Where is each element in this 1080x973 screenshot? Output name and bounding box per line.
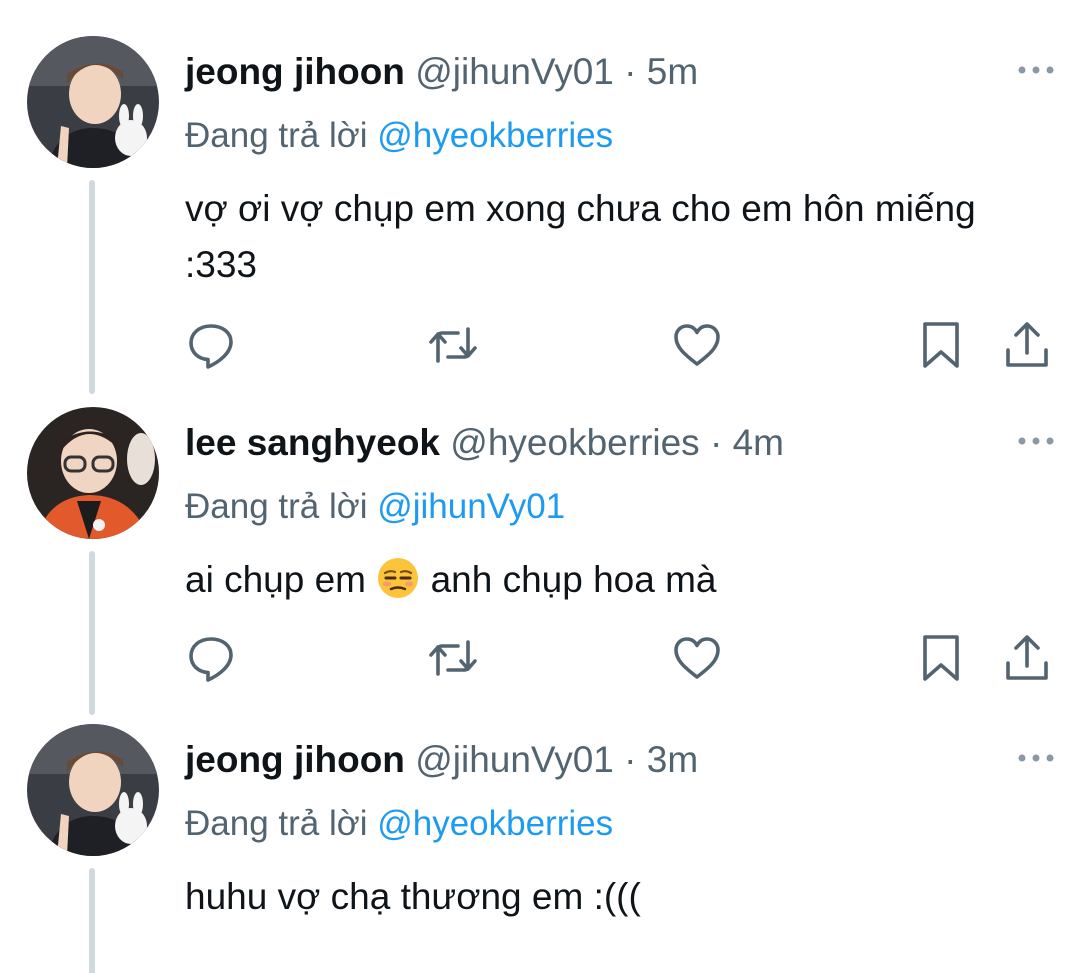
- tweet-thread: jeong jihoon @jihunVy01 · 5m Đang trả lờ…: [0, 0, 1080, 973]
- more-icon: [1018, 437, 1054, 445]
- like-icon: [674, 324, 720, 366]
- author-name[interactable]: jeong jihoon: [185, 51, 405, 92]
- unamused-face-emoji: [376, 556, 420, 600]
- more-options-button[interactable]: [1016, 433, 1056, 449]
- author-handle[interactable]: @jihunVy01: [415, 51, 614, 92]
- author-name[interactable]: jeong jihoon: [185, 739, 405, 780]
- separator-dot: ·: [624, 51, 637, 92]
- jihoon-avatar-image: [27, 724, 159, 856]
- retweet-icon: [429, 327, 477, 363]
- share-button[interactable]: [1002, 320, 1052, 370]
- author-handle[interactable]: @jihunVy01: [415, 739, 614, 780]
- jihoon-avatar-image: [27, 36, 159, 168]
- more-options-button[interactable]: [1016, 62, 1056, 78]
- avatar[interactable]: [27, 407, 159, 539]
- separator-dot: ·: [709, 422, 723, 463]
- retweet-button[interactable]: [428, 320, 478, 370]
- retweet-button[interactable]: [428, 633, 478, 683]
- share-icon: [1006, 635, 1048, 680]
- separator-dot: ·: [624, 739, 637, 780]
- share-button[interactable]: [1002, 633, 1052, 683]
- more-icon: [1018, 66, 1054, 74]
- tweet-text-part-1: ai chụp em: [185, 559, 366, 600]
- tweet-text: huhu vợ chạ thương em :(((: [185, 876, 641, 917]
- replying-to: Đang trả lời @hyeokberries: [185, 804, 613, 844]
- avatar[interactable]: [27, 724, 159, 856]
- reply-button[interactable]: [186, 633, 236, 683]
- more-options-button[interactable]: [1016, 750, 1056, 766]
- replying-to-label: Đang trả lời: [185, 487, 368, 526]
- more-icon: [1018, 754, 1054, 762]
- author-handle[interactable]: @hyeokberries: [450, 422, 699, 463]
- tweet-actions: [0, 633, 1080, 693]
- thread-line: [89, 868, 95, 973]
- sanghyeok-avatar-image: [27, 407, 159, 539]
- retweet-icon: [429, 640, 477, 676]
- replying-to: Đang trả lời @hyeokberries: [185, 116, 613, 156]
- tweet-time[interactable]: 5m: [647, 51, 698, 92]
- bookmark-button[interactable]: [916, 320, 966, 370]
- like-button[interactable]: [672, 633, 722, 683]
- bookmark-icon: [923, 635, 959, 681]
- mention-link[interactable]: @hyeokberries: [377, 116, 613, 155]
- tweet-text: ai chụp em anh chụp hoa mà: [185, 552, 1045, 608]
- like-icon: [674, 637, 720, 679]
- tweet-time[interactable]: 4m: [733, 422, 784, 463]
- share-icon: [1006, 322, 1048, 367]
- reply-icon: [189, 637, 233, 682]
- replying-to-label: Đang trả lời: [185, 116, 368, 155]
- mention-link[interactable]: @hyeokberries: [377, 804, 613, 843]
- tweet-actions: [0, 320, 1080, 380]
- tweet-header: jeong jihoon @jihunVy01 · 5m: [185, 52, 698, 92]
- reply-button[interactable]: [186, 320, 236, 370]
- tweet-text-part-2: anh chụp hoa mà: [430, 559, 717, 600]
- bookmark-icon: [923, 322, 959, 368]
- unamused-face-icon: [378, 558, 419, 598]
- tweet-header: lee sanghyeok @hyeokberries · 4m: [185, 423, 784, 463]
- mention-link[interactable]: @jihunVy01: [377, 487, 565, 526]
- bookmark-button[interactable]: [916, 633, 966, 683]
- tweet-time[interactable]: 3m: [647, 739, 698, 780]
- avatar[interactable]: [27, 36, 159, 168]
- author-name[interactable]: lee sanghyeok: [185, 422, 440, 463]
- replying-to: Đang trả lời @jihunVy01: [185, 487, 565, 527]
- like-button[interactable]: [672, 320, 722, 370]
- reply-icon: [189, 324, 233, 369]
- tweet-header: jeong jihoon @jihunVy01 · 3m: [185, 740, 698, 780]
- replying-to-label: Đang trả lời: [185, 804, 368, 843]
- tweet-text: vợ ơi vợ chụp em xong chưa cho em hôn mi…: [185, 188, 976, 285]
